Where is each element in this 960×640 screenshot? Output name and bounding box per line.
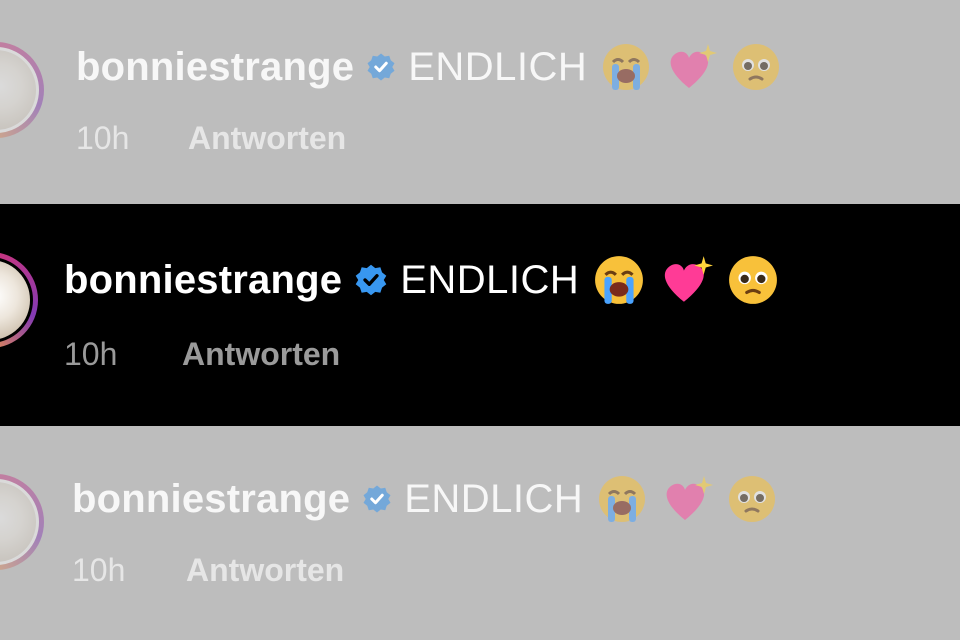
pleading-face-icon (727, 254, 779, 306)
loudly-crying-face-icon (593, 254, 645, 306)
sparkling-heart-icon (661, 474, 714, 524)
pleading-face-icon (727, 474, 777, 524)
username[interactable]: bonniestrange (64, 258, 342, 303)
comment-timestamp: 10h (76, 120, 130, 156)
loudly-crying-face-icon (601, 42, 651, 92)
sparkling-heart-icon (665, 42, 718, 92)
verified-badge-icon (366, 52, 396, 82)
username[interactable]: bonniestrange (76, 45, 354, 90)
pleading-face-icon (731, 42, 781, 92)
comment-timestamp: 10h (64, 336, 118, 372)
avatar[interactable] (0, 474, 44, 570)
comment-text: ENDLICH (404, 476, 584, 521)
avatar[interactable] (0, 42, 44, 138)
comment-row-bottom: bonniestrange ENDLICH 10h Antworten (0, 426, 960, 640)
verified-badge-icon (362, 484, 392, 514)
verified-badge-icon (354, 263, 388, 297)
reply-button[interactable]: Antworten (186, 552, 344, 589)
comment-row-top: bonniestrange ENDLICH 10h Antworten (0, 0, 960, 204)
reply-button[interactable]: Antworten (182, 336, 340, 373)
sparkling-heart-icon (659, 254, 714, 306)
avatar[interactable] (0, 252, 38, 348)
reply-button[interactable]: Antworten (188, 120, 346, 157)
comment-text: ENDLICH (400, 257, 580, 302)
comment-timestamp: 10h (72, 552, 126, 588)
username[interactable]: bonniestrange (72, 477, 350, 522)
comment-text: ENDLICH (408, 44, 588, 89)
comment-row-highlighted: bonniestrange ENDLICH 10h Antworten (0, 204, 960, 426)
loudly-crying-face-icon (597, 474, 647, 524)
